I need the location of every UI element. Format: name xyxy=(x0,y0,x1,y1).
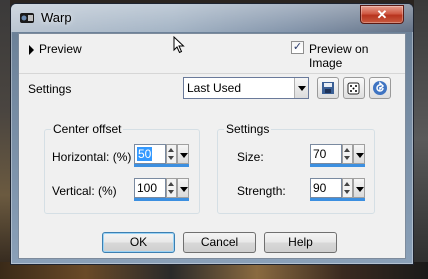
horizontal-label: Horizontal: (%) xyxy=(52,150,132,164)
horizontal-stepper[interactable] xyxy=(166,144,177,164)
cancel-button[interactable]: Cancel xyxy=(183,232,256,253)
save-preset-button[interactable] xyxy=(317,77,339,99)
settings-group-title: Settings xyxy=(224,122,272,136)
save-preset-icon xyxy=(322,82,334,94)
size-slider-bar[interactable] xyxy=(310,164,365,167)
settings-group: Settings Size: 70 Strength: 90 xyxy=(217,122,375,214)
vertical-label: Vertical: (%) xyxy=(52,184,117,198)
dialog-client-area: Preview ✓ Preview on Image Settings Last… xyxy=(18,33,406,259)
preview-on-image-checkbox[interactable]: ✓ xyxy=(291,41,304,54)
preview-toggle[interactable]: Preview xyxy=(39,42,82,56)
size-label: Size: xyxy=(237,150,264,164)
vertical-dropdown-icon[interactable] xyxy=(177,178,189,198)
horizontal-slider-bar[interactable] xyxy=(134,164,189,167)
mouse-cursor-icon xyxy=(173,36,185,54)
size-input[interactable]: 70 xyxy=(310,144,342,164)
preset-combobox[interactable]: Last Used xyxy=(183,77,309,99)
window-title: Warp xyxy=(41,10,72,25)
help-button[interactable]: Help xyxy=(264,232,337,253)
randomize-button[interactable] xyxy=(343,77,365,99)
preview-on-image-label[interactable]: Preview on Image xyxy=(309,42,405,70)
preview-row: Preview ✓ Preview on Image xyxy=(19,34,405,74)
warp-dialog: Warp ✕ Preview ✓ Preview on Image Settin… xyxy=(10,3,414,265)
horizontal-input[interactable]: 50 xyxy=(134,144,166,164)
size-spinner[interactable]: 70 xyxy=(310,144,366,167)
preset-value: Last Used xyxy=(187,81,242,95)
strength-input[interactable]: 90 xyxy=(310,178,342,198)
center-offset-group: Center offset Horizontal: (%) 50 Vertica… xyxy=(44,122,200,214)
title-bar[interactable]: Warp ✕ xyxy=(11,4,413,32)
size-dropdown-icon[interactable] xyxy=(353,144,365,164)
strength-dropdown-icon[interactable] xyxy=(353,178,365,198)
vertical-input[interactable]: 100 xyxy=(134,178,166,198)
strength-stepper[interactable] xyxy=(342,178,353,198)
randomize-dice-icon xyxy=(347,82,360,95)
desktop-background-left xyxy=(0,0,10,279)
close-icon: ✕ xyxy=(376,7,388,22)
center-offset-title: Center offset xyxy=(51,122,124,136)
strength-slider-bar[interactable] xyxy=(310,198,365,201)
reset-button[interactable] xyxy=(369,77,391,99)
reset-arrow-icon xyxy=(373,81,387,95)
vertical-slider-bar[interactable] xyxy=(134,198,189,201)
vertical-stepper[interactable] xyxy=(166,178,177,198)
app-icon xyxy=(20,13,34,23)
close-button[interactable]: ✕ xyxy=(360,5,404,24)
settings-label: Settings xyxy=(28,82,72,96)
chevron-down-icon[interactable] xyxy=(294,78,308,98)
vertical-spinner[interactable]: 100 xyxy=(134,178,190,201)
ok-button[interactable]: OK xyxy=(102,232,175,253)
horizontal-spinner[interactable]: 50 xyxy=(134,144,190,167)
expand-arrow-icon[interactable] xyxy=(29,45,34,55)
size-stepper[interactable] xyxy=(342,144,353,164)
desktop-background-right xyxy=(414,0,428,279)
horizontal-dropdown-icon[interactable] xyxy=(177,144,189,164)
strength-label: Strength: xyxy=(237,184,286,198)
strength-spinner[interactable]: 90 xyxy=(310,178,366,201)
